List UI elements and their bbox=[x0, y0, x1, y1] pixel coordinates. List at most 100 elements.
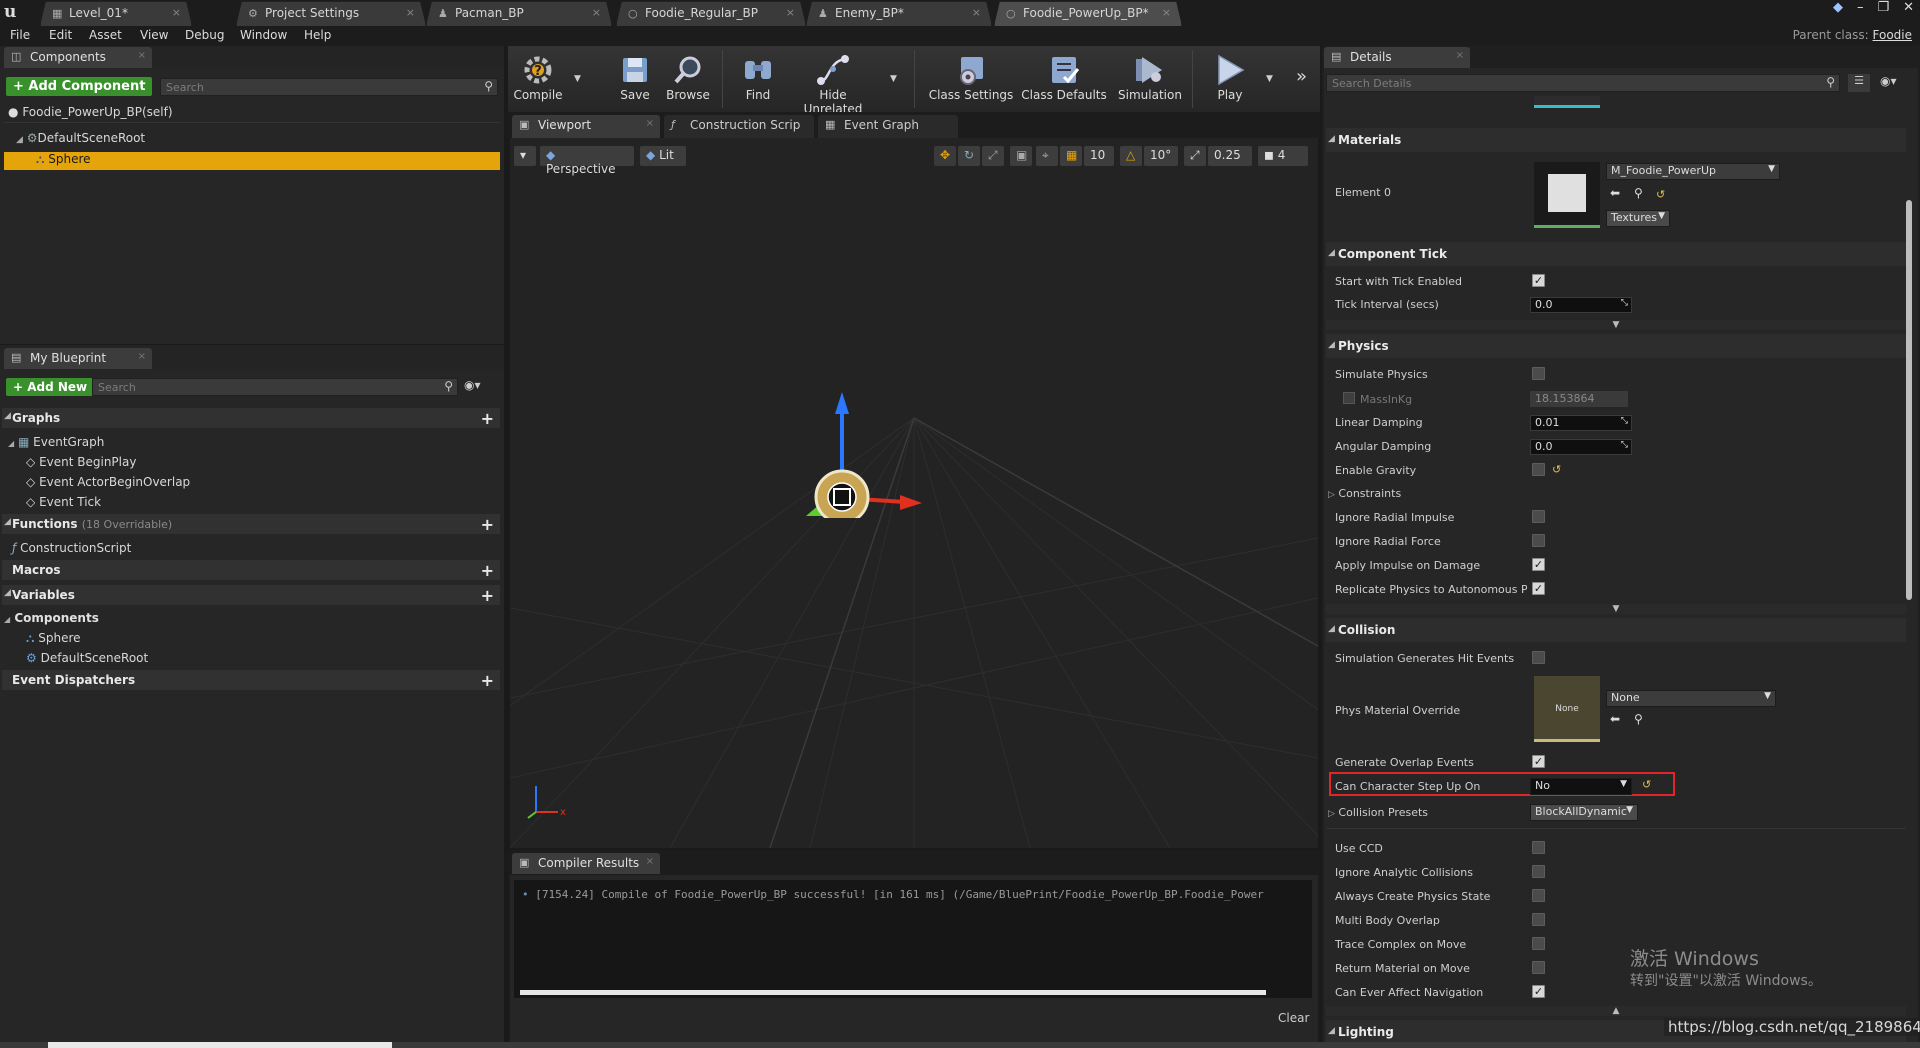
reset-default-icon[interactable]: ↺ bbox=[1642, 778, 1651, 791]
doc-tab-enemy[interactable]: ♟ Enemy_BP* × bbox=[806, 1, 992, 26]
close-window-icon[interactable]: ✕ bbox=[1903, 0, 1914, 15]
surface-snap-button[interactable]: ⌖ bbox=[1036, 146, 1058, 166]
ignore-radial-impulse-checkbox[interactable] bbox=[1532, 510, 1545, 523]
close-icon[interactable]: × bbox=[406, 6, 415, 19]
use-selected-arrow-icon[interactable]: ⬅ bbox=[1610, 186, 1620, 200]
scale-snap-toggle[interactable]: ⤢ bbox=[1184, 146, 1206, 166]
add-function-icon[interactable]: + bbox=[481, 515, 494, 534]
section-macros[interactable]: Macros + bbox=[2, 560, 500, 580]
add-dispatcher-icon[interactable]: + bbox=[481, 671, 494, 690]
replicate-physics-checkbox[interactable]: ✓ bbox=[1532, 582, 1545, 595]
expand-arrow-icon[interactable]: ▷ bbox=[1328, 490, 1335, 500]
enable-gravity-checkbox[interactable] bbox=[1532, 463, 1545, 476]
close-icon[interactable]: × bbox=[592, 6, 601, 19]
collapse-arrow-icon[interactable]: ◢ bbox=[4, 411, 11, 421]
collapse-arrow-icon[interactable]: ◢ bbox=[16, 135, 23, 145]
mass-override-checkbox[interactable] bbox=[1343, 392, 1355, 404]
section-variables[interactable]: ◢ Variables + bbox=[2, 585, 500, 605]
browse-button[interactable]: Browse bbox=[660, 52, 716, 108]
multi-body-checkbox[interactable] bbox=[1532, 913, 1545, 926]
translate-mode-button[interactable]: ✥ bbox=[934, 146, 956, 166]
sim-hit-events-checkbox[interactable] bbox=[1532, 651, 1545, 664]
minimize-icon[interactable]: – bbox=[1857, 0, 1864, 15]
close-icon[interactable]: × bbox=[138, 50, 146, 61]
grid-snap-value[interactable]: 10 bbox=[1084, 146, 1114, 166]
component-sphere[interactable]: ⛬ Sphere bbox=[36, 152, 91, 167]
trace-complex-checkbox[interactable] bbox=[1532, 937, 1545, 950]
tab-components[interactable]: ◫ Components × bbox=[4, 47, 152, 68]
add-graph-icon[interactable]: + bbox=[481, 409, 494, 428]
restore-icon[interactable]: ❐ bbox=[1877, 0, 1889, 15]
collision-presets-row[interactable]: ▷ Collision Presets bbox=[1328, 806, 1428, 819]
menu-help[interactable]: Help bbox=[304, 28, 331, 42]
close-icon[interactable]: × bbox=[138, 351, 146, 362]
add-new-button[interactable]: + Add New bbox=[6, 378, 95, 396]
reset-default-icon[interactable]: ↺ bbox=[1552, 463, 1561, 476]
ignore-analytic-checkbox[interactable] bbox=[1532, 865, 1545, 878]
spin-arrow-icon[interactable]: ⤡ bbox=[1621, 416, 1628, 426]
spin-arrow-icon[interactable]: ⤡ bbox=[1621, 298, 1628, 308]
collision-presets-combo[interactable]: BlockAllDynamic ▼ bbox=[1530, 804, 1638, 821]
collapse-arrow-icon[interactable]: ◢ bbox=[1328, 624, 1335, 634]
doc-tab-pacman[interactable]: ♟ Pacman_BP × bbox=[426, 1, 612, 26]
collapse-arrow-icon[interactable]: ◢ bbox=[1328, 1026, 1335, 1036]
advanced-expander-icon[interactable]: ▼ bbox=[1326, 320, 1906, 330]
collapse-arrow-icon[interactable]: ◢ bbox=[4, 517, 11, 527]
rotate-mode-button[interactable]: ↻ bbox=[958, 146, 980, 166]
scale-mode-button[interactable]: ⤢ bbox=[982, 146, 1004, 166]
doc-tab-project-settings[interactable]: ⚙ Project Settings × bbox=[236, 1, 426, 26]
hide-options-arrow-icon[interactable]: ▼ bbox=[890, 74, 897, 84]
compile-options-arrow-icon[interactable]: ▼ bbox=[574, 74, 581, 84]
use-ccd-checkbox[interactable] bbox=[1532, 841, 1545, 854]
collapse-arrow-icon[interactable]: ◢ bbox=[1328, 340, 1335, 350]
menu-asset[interactable]: Asset bbox=[89, 28, 122, 42]
material-combo[interactable]: M_Foodie_PowerUp ▼ bbox=[1606, 163, 1780, 180]
clear-button[interactable]: Clear bbox=[1278, 1011, 1309, 1025]
menu-edit[interactable]: Edit bbox=[49, 28, 72, 42]
collapse-arrow-icon[interactable]: ◢ bbox=[4, 588, 11, 598]
event-actor-begin-overlap[interactable]: ◇ Event ActorBeginOverlap bbox=[26, 475, 190, 489]
always-create-checkbox[interactable] bbox=[1532, 889, 1545, 902]
close-icon[interactable]: × bbox=[646, 856, 654, 867]
unreal-logo-icon[interactable]: u bbox=[4, 2, 24, 22]
overlap-events-checkbox[interactable]: ✓ bbox=[1532, 755, 1545, 768]
details-search-input[interactable]: Search Details ⚲ bbox=[1326, 74, 1840, 92]
rotation-snap-toggle[interactable]: △ bbox=[1120, 146, 1142, 166]
scale-snap-value[interactable]: 0.25 bbox=[1208, 146, 1252, 166]
menu-file[interactable]: File bbox=[10, 28, 30, 42]
expand-arrow-icon[interactable]: ▷ bbox=[1328, 809, 1335, 819]
add-component-button[interactable]: + Add Component bbox=[6, 77, 153, 96]
doc-tab-level[interactable]: ▦ Level_01* × bbox=[40, 1, 192, 26]
toolbar-overflow-icon[interactable]: » bbox=[1296, 66, 1307, 87]
rotation-snap-value[interactable]: 10° bbox=[1144, 146, 1178, 166]
variable-sphere[interactable]: ⛬ Sphere bbox=[26, 631, 81, 646]
compile-button[interactable]: ? Compile bbox=[508, 52, 568, 108]
tab-viewport[interactable]: ▣ Viewport × bbox=[512, 115, 660, 138]
doc-tab-foodie-powerup[interactable]: ○ Foodie_PowerUp_BP* × bbox=[994, 1, 1182, 26]
tab-compiler-results[interactable]: ▣ Compiler Results × bbox=[512, 853, 660, 874]
close-icon[interactable]: × bbox=[1162, 6, 1171, 19]
lit-button[interactable]: ◆ Lit bbox=[640, 146, 686, 166]
start-with-tick-checkbox[interactable]: ✓ bbox=[1532, 274, 1545, 287]
step-up-combo[interactable]: No ▼ bbox=[1530, 778, 1632, 795]
section-event-dispatchers[interactable]: Event Dispatchers + bbox=[2, 670, 500, 690]
apply-impulse-checkbox[interactable]: ✓ bbox=[1532, 558, 1545, 571]
class-settings-button[interactable]: Class Settings bbox=[928, 52, 1014, 108]
section-functions[interactable]: ◢ Functions (18 Overridable) + bbox=[2, 514, 500, 534]
viewport-options-button[interactable]: ▾ bbox=[514, 146, 536, 166]
close-icon[interactable]: × bbox=[786, 6, 795, 19]
angular-damping-field[interactable]: 0.0 ⤡ bbox=[1530, 439, 1632, 455]
linear-damping-field[interactable]: 0.01 ⤡ bbox=[1530, 415, 1632, 431]
section-graphs[interactable]: ◢ Graphs + bbox=[2, 408, 500, 428]
collapse-arrow-icon[interactable]: ◢ bbox=[1328, 248, 1335, 258]
section-materials[interactable]: ◢ Materials bbox=[1326, 128, 1906, 152]
spin-arrow-icon[interactable]: ⤡ bbox=[1621, 440, 1628, 450]
material-thumbnail[interactable] bbox=[1534, 162, 1600, 228]
transform-gizmo-icon[interactable] bbox=[790, 388, 930, 518]
use-selected-arrow-icon[interactable]: ⬅ bbox=[1610, 712, 1620, 726]
simulation-button[interactable]: Simulation bbox=[1114, 52, 1186, 108]
world-local-button[interactable]: ▣ bbox=[1010, 146, 1032, 166]
menu-window[interactable]: Window bbox=[240, 28, 287, 42]
section-component-tick[interactable]: ◢ Component Tick bbox=[1326, 242, 1906, 266]
ignore-radial-force-checkbox[interactable] bbox=[1532, 534, 1545, 547]
